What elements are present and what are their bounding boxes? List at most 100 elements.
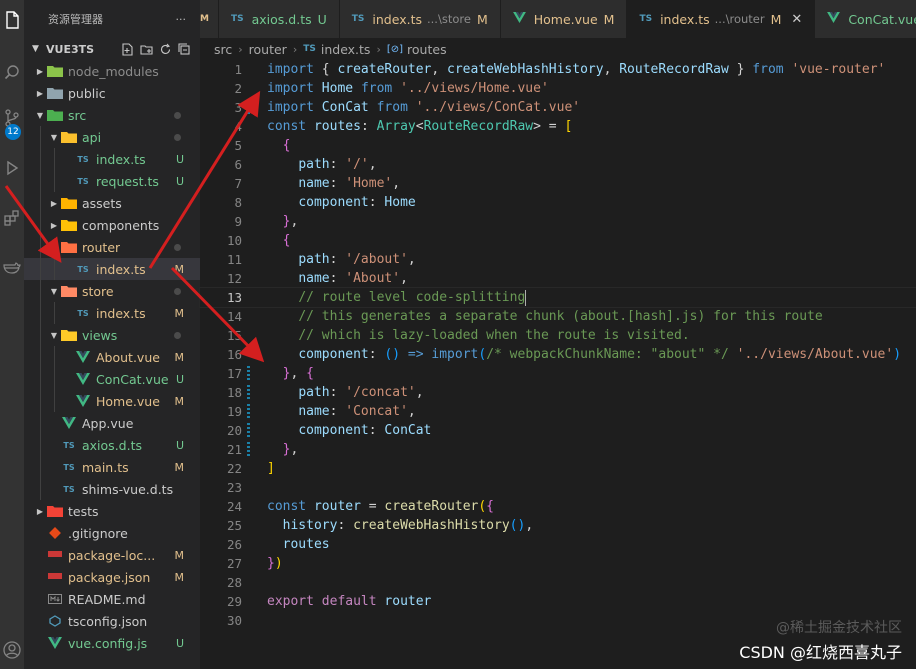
extensions-icon[interactable] <box>0 204 24 232</box>
code-line[interactable]: 16 component: () => import(/* webpackChu… <box>200 345 916 364</box>
code-line[interactable]: 13 // route level code-splitting <box>199 287 916 308</box>
code-line[interactable]: 17 }, { <box>200 364 916 383</box>
code-line[interactable]: 21 }, <box>200 440 916 459</box>
code-line[interactable]: 29 export default router <box>200 592 916 611</box>
project-section-header[interactable]: ▼ VUE3TS <box>24 38 200 60</box>
new-folder-icon[interactable] <box>139 42 154 57</box>
search-icon[interactable] <box>0 58 24 86</box>
code-line[interactable]: 8 component: Home <box>200 193 916 212</box>
chevron-down-icon: ▼ <box>50 330 58 340</box>
tree-item[interactable]: .gitignore <box>24 522 200 544</box>
account-icon[interactable] <box>0 636 24 664</box>
code-line[interactable]: 6 path: '/', <box>200 155 916 174</box>
more-actions-button[interactable]: ··· <box>176 13 187 26</box>
code-content: { <box>267 136 291 155</box>
tab[interactable]: Home.vue M <box>500 0 628 38</box>
tree-item[interactable]: ▶ tests <box>24 500 200 522</box>
breadcrumb-item-file[interactable]: index.ts <box>321 42 371 57</box>
tree-item-label: main.ts <box>82 459 129 475</box>
code-editor[interactable]: 1 import { createRouter, createWebHashHis… <box>199 60 916 669</box>
code-line[interactable]: 14 // this generates a separate chunk (a… <box>200 307 916 326</box>
tab[interactable]: M <box>200 0 219 38</box>
close-icon[interactable]: ✕ <box>791 12 802 27</box>
tree-item[interactable]: ▶ node_modules <box>24 60 200 82</box>
tree-item[interactable]: ▼ router <box>24 236 200 258</box>
tree-item[interactable]: README.md <box>24 588 200 610</box>
code-line[interactable]: 15 // which is lazy-loaded when the rout… <box>200 326 916 345</box>
tree-item[interactable]: ▼ views <box>24 324 200 346</box>
code-line[interactable]: 23 <box>200 478 916 497</box>
run-debug-icon[interactable] <box>0 154 24 182</box>
code-content: }, <box>267 440 299 459</box>
tree-item[interactable]: TS axios.d.ts U <box>24 434 200 456</box>
code-line[interactable]: 5 { <box>200 136 916 155</box>
tree-item[interactable]: About.vue M <box>24 346 200 368</box>
code-line[interactable]: 20 component: ConCat <box>200 421 916 440</box>
tree-item[interactable]: ▶ public <box>24 82 200 104</box>
tree-item[interactable]: ▶ assets <box>24 192 200 214</box>
code-line[interactable]: 1 import { createRouter, createWebHashHis… <box>200 60 916 79</box>
code-line[interactable]: 27}) <box>200 554 916 573</box>
tree-item[interactable]: TS main.ts M <box>24 456 200 478</box>
tree-item[interactable]: package-loc... M <box>24 544 200 566</box>
code-line[interactable]: 24 const router = createRouter({ <box>200 497 916 516</box>
code-line[interactable]: 12 name: 'About', <box>200 269 916 288</box>
tree-item[interactable]: ▼ src <box>24 104 200 126</box>
tab[interactable]: TS axios.d.ts U <box>219 0 340 38</box>
code-token: Home <box>384 195 416 210</box>
tree-item[interactable]: vue.config.js U <box>24 632 200 654</box>
code-content: path: '/concat', <box>267 383 423 402</box>
tree-item[interactable]: TS index.ts M <box>24 258 200 280</box>
tab-active[interactable]: TS index.ts ...\router M ✕ <box>627 0 816 38</box>
breadcrumb-item-router[interactable]: router <box>249 42 287 57</box>
tab[interactable]: ConCat.vue <box>815 0 916 38</box>
tree-item[interactable]: App.vue <box>24 412 200 434</box>
code-token: RouteRecordRaw <box>423 119 534 134</box>
tree-item[interactable]: ▼ store <box>24 280 200 302</box>
code-line[interactable]: 7 name: 'Home', <box>200 174 916 193</box>
tab[interactable]: TS index.ts ...\store M <box>339 0 501 38</box>
markdown-icon: M <box>200 14 209 24</box>
typescript-icon: TS <box>63 440 75 450</box>
tree-item[interactable]: ConCat.vue U <box>24 368 200 390</box>
code-line[interactable]: 26 routes <box>200 535 916 554</box>
refresh-icon[interactable] <box>158 42 173 57</box>
code-line[interactable]: 10 { <box>200 231 916 250</box>
explorer-icon[interactable] <box>0 6 24 34</box>
tree-item[interactable]: ▼ api <box>24 126 200 148</box>
code-line[interactable]: 30 <box>200 611 916 630</box>
code-line[interactable]: 19 name: 'Concat', <box>200 402 916 421</box>
tree-item[interactable]: Home.vue M <box>24 390 200 412</box>
code-token: import <box>267 62 314 77</box>
code-line[interactable]: 25 history: createWebHashHistory(), <box>200 516 916 535</box>
collapse-all-icon[interactable] <box>177 42 192 57</box>
code-line[interactable]: 3 import ConCat from '../views/ConCat.vue… <box>200 98 916 117</box>
code-line[interactable]: 28 <box>200 573 916 592</box>
tree-item[interactable]: TS index.ts M <box>24 302 200 324</box>
code-line[interactable]: 4 const routes: Array<RouteRecordRaw> = [ <box>200 117 916 136</box>
tree-item[interactable]: TS request.ts U <box>24 170 200 192</box>
new-file-icon[interactable] <box>120 42 135 57</box>
modified-dot-icon <box>174 331 181 339</box>
tree-item-label: index.ts <box>96 151 146 167</box>
tree-item[interactable]: package.json M <box>24 566 200 588</box>
tree-item-label: components <box>82 217 160 233</box>
tree-item[interactable]: tsconfig.json <box>24 610 200 632</box>
code-content: // route level code-splitting <box>267 288 527 307</box>
docker-icon[interactable] <box>0 254 24 282</box>
code-token: '/' <box>345 157 369 172</box>
breadcrumb-item-symbol[interactable]: routes <box>407 42 447 57</box>
code-line[interactable]: 9 }, <box>200 212 916 231</box>
code-line[interactable]: 11 path: '/about', <box>200 250 916 269</box>
code-line[interactable]: 2 import Home from '../views/Home.vue' <box>200 79 916 98</box>
tree-item[interactable]: ▶ components <box>24 214 200 236</box>
tree-item[interactable]: TS index.ts U <box>24 148 200 170</box>
breadcrumb-item-src[interactable]: src <box>214 42 232 57</box>
code-line[interactable]: 22] <box>200 459 916 478</box>
typescript-icon: TS <box>63 484 75 494</box>
tree-item[interactable]: TS shims-vue.d.ts <box>24 478 200 500</box>
code-line[interactable]: 18 path: '/concat', <box>200 383 916 402</box>
